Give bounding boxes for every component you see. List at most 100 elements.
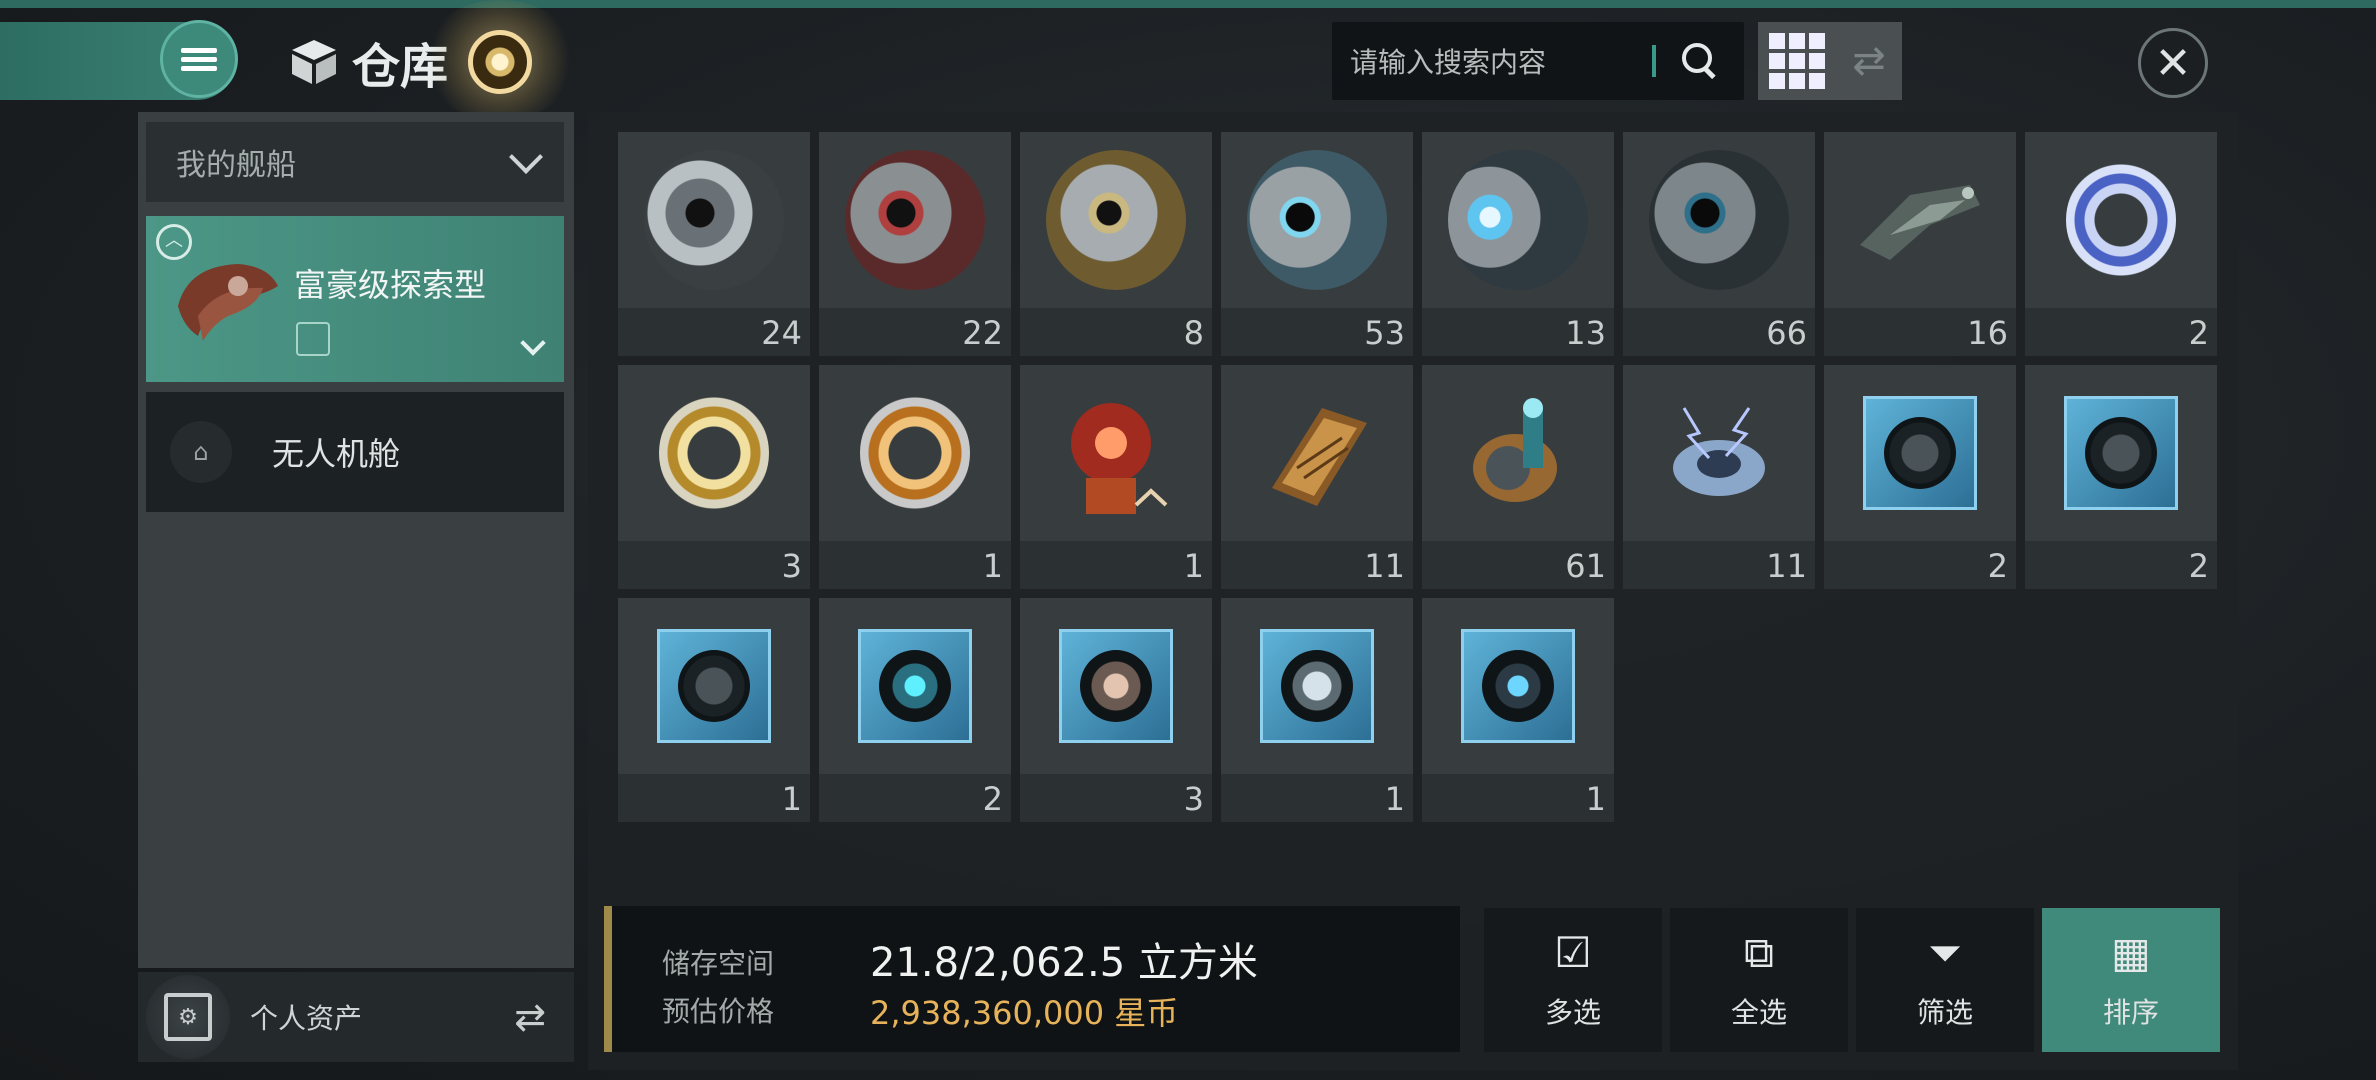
- sort-button[interactable]: ▦ 排序: [2042, 908, 2220, 1052]
- frigate-icon: [1860, 185, 1980, 260]
- inventory-item[interactable]: 2: [2025, 132, 2217, 356]
- probe-icon: [1448, 150, 1588, 290]
- drone-bay-icon: [296, 322, 330, 356]
- probe-icon: [644, 150, 784, 290]
- module-card-icon: [1863, 396, 1977, 510]
- inventory-item[interactable]: 13: [1422, 132, 1614, 356]
- search-input[interactable]: 请输入搜索内容: [1350, 41, 1652, 81]
- swap-icon[interactable]: ⇄: [514, 995, 546, 1039]
- inventory-item[interactable]: 1: [1020, 365, 1212, 589]
- item-quantity: 22: [962, 314, 1003, 352]
- item-quantity: 1: [1183, 547, 1204, 585]
- menu-button[interactable]: [160, 20, 238, 98]
- checkbox-icon: ☑: [1554, 928, 1592, 977]
- inventory-item[interactable]: 2: [1824, 365, 2016, 589]
- module-card-icon: [657, 629, 771, 743]
- top-accent-line: [0, 0, 2376, 8]
- module-card-icon: [1461, 629, 1575, 743]
- inventory-item[interactable]: 1: [1422, 598, 1614, 822]
- inventory-item[interactable]: 3: [1020, 598, 1212, 822]
- dropdown-label: 我的舰船: [176, 148, 296, 183]
- storage-space-value: 21.8/2,062.5 立方米: [870, 940, 1258, 986]
- inventory-item[interactable]: 53: [1221, 132, 1413, 356]
- item-quantity: 16: [1967, 314, 2008, 352]
- item-quantity: 53: [1364, 314, 1405, 352]
- multi-select-button[interactable]: ☑ 多选: [1484, 908, 1662, 1052]
- drone-bay-item[interactable]: ⌂ 无人机舱: [146, 392, 564, 512]
- chevron-down-icon: [509, 140, 543, 174]
- select-all-icon: ⧉: [1744, 928, 1774, 977]
- ship-dropdown[interactable]: 我的舰船: [146, 122, 564, 202]
- item-quantity: 2: [2188, 547, 2209, 585]
- search-box[interactable]: 请输入搜索内容: [1332, 22, 1744, 100]
- filter-label: 筛选: [1916, 996, 1973, 1029]
- inventory-item[interactable]: 3: [618, 365, 810, 589]
- ship-name: 富豪级探索型: [294, 266, 487, 304]
- assets-label: 个人资产: [250, 1002, 363, 1035]
- select-all-label: 全选: [1730, 996, 1787, 1029]
- inventory-item[interactable]: 8: [1020, 132, 1212, 356]
- sort-icon: ▦: [2111, 928, 2151, 977]
- personal-assets-button[interactable]: ⚙ 个人资产 ⇄: [138, 972, 574, 1062]
- item-quantity: 1: [1585, 780, 1606, 818]
- inventory-item[interactable]: 66: [1623, 132, 1815, 356]
- close-button[interactable]: ✕: [2138, 28, 2208, 98]
- item-quantity: 3: [781, 547, 802, 585]
- list-view-swap-icon[interactable]: ⇄: [1836, 22, 1902, 100]
- drone-bay-label: 无人机舱: [272, 435, 401, 473]
- chevron-down-icon[interactable]: [520, 330, 546, 356]
- item-quantity: 11: [1364, 547, 1405, 585]
- module-card-icon: [2064, 396, 2178, 510]
- inventory-item[interactable]: 24: [618, 132, 810, 356]
- beacon-icon[interactable]: [468, 30, 532, 94]
- item-quantity: 13: [1565, 314, 1606, 352]
- module-card-icon: [1260, 629, 1374, 743]
- filter-icon: ⏷: [1928, 928, 1962, 977]
- ring-icon: [2066, 160, 2176, 280]
- ship-card[interactable]: ︿ 富豪级探索型: [146, 216, 564, 382]
- blueprint-scroll-icon: [1272, 408, 1367, 506]
- search-divider: [1652, 45, 1656, 77]
- shock-module-icon: [1673, 407, 1765, 496]
- ring-icon: [860, 393, 970, 513]
- close-icon: ✕: [2154, 37, 2192, 89]
- filter-button[interactable]: ⏷ 筛选: [1856, 908, 2034, 1052]
- engine-module-icon: [1473, 398, 1557, 502]
- item-quantity: 66: [1766, 314, 1807, 352]
- item-quantity: 24: [761, 314, 802, 352]
- item-quantity: 61: [1565, 547, 1606, 585]
- beacon-module-icon: [1071, 403, 1168, 514]
- probe-icon: [1247, 150, 1387, 290]
- safe-icon: ⚙: [164, 993, 212, 1041]
- inventory-item[interactable]: 61: [1422, 365, 1614, 589]
- inventory-item[interactable]: 22: [819, 132, 1011, 356]
- inventory-item[interactable]: 2: [819, 598, 1011, 822]
- drone-icon: ⌂: [170, 421, 232, 483]
- inventory-grid: 24 22 8 53 13 66 16 2 3 1 1 11 61 11 2 2…: [618, 132, 2217, 822]
- probe-icon: [1046, 150, 1186, 290]
- item-quantity: 2: [1987, 547, 2008, 585]
- inventory-item[interactable]: 1: [618, 598, 810, 822]
- multi-select-label: 多选: [1544, 996, 1601, 1029]
- view-toggle: ⇄: [1758, 22, 1902, 100]
- item-quantity: 2: [982, 780, 1003, 818]
- inventory-item[interactable]: 1: [1221, 598, 1413, 822]
- search-icon[interactable]: [1680, 41, 1720, 81]
- inventory-item[interactable]: 2: [2025, 365, 2217, 589]
- item-quantity: 1: [982, 547, 1003, 585]
- ship-icon: [178, 264, 278, 341]
- item-quantity: 8: [1183, 314, 1204, 352]
- module-card-icon: [1059, 629, 1173, 743]
- probe-icon: [845, 150, 985, 290]
- inventory-item[interactable]: 1: [819, 365, 1011, 589]
- item-quantity: 1: [1384, 780, 1405, 818]
- hamburger-icon: [181, 44, 217, 75]
- inventory-item[interactable]: 11: [1221, 365, 1413, 589]
- assets-icon-wrap: ⚙: [146, 975, 230, 1059]
- select-all-button[interactable]: ⧉ 全选: [1670, 908, 1848, 1052]
- module-card-icon: [858, 629, 972, 743]
- grid-view-icon[interactable]: [1758, 22, 1836, 100]
- inventory-item[interactable]: 16: [1824, 132, 2016, 356]
- inventory-item[interactable]: 11: [1623, 365, 1815, 589]
- storage-space-label: 储存空间: [662, 947, 775, 980]
